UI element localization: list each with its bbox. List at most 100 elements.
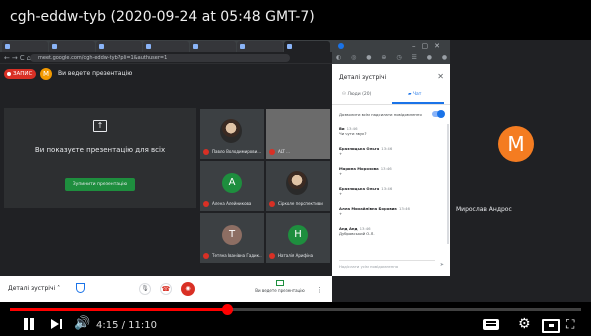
chat-message: Марина Морозова 13:46 + <box>339 166 443 176</box>
close-icon[interactable]: ✕ <box>437 72 444 81</box>
chat-sender: Бразницька Ольга <box>339 146 380 151</box>
remote-participant: М Мирослав Андрос <box>450 40 591 302</box>
participant-name: Тетяна Іванівна Гадик... <box>202 252 262 260</box>
participant-name: ALT ... <box>268 148 328 156</box>
remote-avatar: М <box>498 126 534 162</box>
meeting-details-label: Деталі зустрічі <box>8 285 56 292</box>
tab-chat-label: Чат <box>412 92 422 97</box>
url-field[interactable]: meet.google.com/cgh-eddw-tyb?pli=1&authu… <box>30 54 290 62</box>
hang-up-icon[interactable]: ☎ <box>160 283 172 295</box>
participant-grid: Павло Володимирови... ALT ... A Алена Алейн… <box>200 109 330 263</box>
time-display: 4:15 / 11:10 <box>96 320 158 331</box>
gear-icon[interactable]: ⚙ <box>518 316 534 332</box>
participant-photo <box>220 119 242 143</box>
presentation-tile: ↑ Ви показуєте презентацію для всіх Зупи… <box>4 108 196 208</box>
chat-text: Чи чути звук? <box>339 131 367 136</box>
stop-presenting-button[interactable]: Зупинити презентацію <box>65 178 135 191</box>
chat-sender: Марина Морозова <box>339 166 379 171</box>
volume-icon[interactable]: 🔊 <box>74 316 92 332</box>
more-options-icon[interactable]: ⋮ <box>316 286 323 294</box>
chat-text: + <box>339 191 343 196</box>
camera-off-icon[interactable]: ◉ <box>181 282 195 296</box>
player-controls: 🔊 4:15 / 11:10 ⚙ ⛶ <box>0 312 591 336</box>
meeting-details-button[interactable]: Деталі зустрічі ˄ <box>8 285 60 292</box>
chat-permission-toggle[interactable] <box>432 110 445 118</box>
participant-tile[interactable]: Павло Володимирови... <box>200 109 264 159</box>
panel-title: Деталі зустрічі <box>339 74 387 81</box>
chat-message: Бразницька Ольга 13:46 + <box>339 186 443 196</box>
next-icon[interactable] <box>50 316 64 332</box>
chat-permission-label: Дозволити всім надсилати повідомлення <box>339 112 422 117</box>
browser-tab[interactable] <box>96 41 142 52</box>
address-bar: ←→C⌂ meet.google.com/cgh-eddw-tyb?pli=1&… <box>0 52 332 64</box>
participant-name: Павло Володимирови... <box>202 148 262 156</box>
chevron-up-icon: ˄ <box>57 285 61 292</box>
subtitles-icon[interactable] <box>483 316 501 332</box>
browser-tab[interactable] <box>237 41 283 52</box>
participant-photo <box>286 171 308 195</box>
recording-badge: ЗАПИС <box>4 69 36 79</box>
window-controls-icon[interactable]: –▢✕ <box>412 42 446 50</box>
present-now-button[interactable]: Ви ведете презентацію <box>255 280 305 293</box>
meeting-details-panel: Деталі зустрічі ✕ ⚇ Люди (20) ▰ Чат Дозв… <box>332 64 450 276</box>
participant-avatar: T <box>222 225 242 245</box>
panel-divider <box>332 104 450 105</box>
pause-icon[interactable] <box>22 316 36 332</box>
send-icon[interactable]: ➤ <box>440 262 444 268</box>
present-arrow-icon: ↑ <box>93 120 107 132</box>
chat-scrollbar[interactable] <box>447 124 449 244</box>
chat-message: Анд Анд 13:46 Дубровський О.Л. <box>339 226 443 236</box>
fullscreen-icon[interactable]: ⛶ <box>566 316 582 332</box>
presenter-avatar: М <box>40 68 52 80</box>
chat-input[interactable]: Надіслати усім повідомлення <box>339 260 435 269</box>
participant-name: Наталія Арифіна <box>268 252 328 260</box>
extension-icons[interactable]: ◐ ◎ ● ⊕ ◷ ☰ ● ● <box>336 54 451 61</box>
tab-people[interactable]: ⚇ Люди (20) <box>342 92 371 97</box>
present-screen-icon <box>276 280 284 286</box>
browser-tab[interactable] <box>190 41 236 52</box>
participant-avatar: A <box>222 173 242 193</box>
browser-tab[interactable] <box>143 41 189 52</box>
participant-avatar: H <box>288 225 308 245</box>
present-now-label: Ви ведете презентацію <box>255 288 305 293</box>
chat-time: 13:46 <box>380 166 392 171</box>
browser-tab-strip <box>0 40 332 52</box>
meet-control-bar: Деталі зустрічі ˄ 🎙 ☎ ◉ Ви ведете презен… <box>0 276 332 302</box>
meet-window-chrome: –▢✕ ◐ ◎ ● ⊕ ◷ ☰ ● ● <box>332 40 450 64</box>
chat-text: + <box>339 151 343 156</box>
tab-chat[interactable]: ▰ Чат <box>408 92 421 97</box>
participant-name: Алена Алейникова <box>202 200 262 208</box>
people-icon: ⚇ <box>342 92 347 97</box>
tab-people-label: Люди (20) <box>347 92 372 97</box>
chat-message: Ви 13:46 Чи чути звук? <box>339 126 443 136</box>
chat-sender: Бразницька Ольга <box>339 186 380 191</box>
meet-favicon-icon <box>338 43 344 49</box>
sharing-text: Ви показуєте презентацію для всіх <box>34 146 166 154</box>
chat-text: + <box>339 211 343 216</box>
participant-name: Сірколе перспективи <box>268 200 328 208</box>
chat-text: Дубровський О.Л. <box>339 231 375 236</box>
nav-arrows-icon[interactable]: ←→C⌂ <box>4 54 33 62</box>
chat-time: 13:46 <box>381 146 393 151</box>
mic-icon[interactable]: 🎙 <box>139 283 151 295</box>
remote-name: Мирослав Андрос <box>456 206 512 213</box>
browser-tab[interactable] <box>2 41 48 52</box>
recorded-screen: ←→C⌂ meet.google.com/cgh-eddw-tyb?pli=1&… <box>0 40 591 302</box>
browser-tab[interactable] <box>49 41 95 52</box>
chat-time: 13:46 <box>398 206 410 211</box>
chat-sender: Алла Михайлівна Боровик <box>339 206 397 211</box>
shield-icon[interactable] <box>76 283 85 293</box>
participant-tile[interactable]: ALT ... <box>266 109 330 159</box>
participant-tile[interactable]: T Тетяна Іванівна Гадик... <box>200 213 264 263</box>
meet-main: ЗАПИС М Ви ведете презентацію ↑ Ви показ… <box>0 64 332 276</box>
presenting-notice: Ви ведете презентацію <box>58 70 133 77</box>
participant-tile[interactable]: H Наталія Арифіна <box>266 213 330 263</box>
chat-text: + <box>339 171 343 176</box>
miniplayer-icon[interactable] <box>542 316 560 333</box>
participant-tile[interactable]: Сірколе перспективи <box>266 161 330 211</box>
browser-tab-active[interactable] <box>284 41 330 52</box>
participant-tile[interactable]: A Алена Алейникова <box>200 161 264 211</box>
video-title-bar: cgh-eddw-tyb (2020-09-24 at 05:48 GMT-7) <box>0 0 591 34</box>
progress-played <box>10 308 227 311</box>
progress-bar[interactable] <box>10 304 581 315</box>
